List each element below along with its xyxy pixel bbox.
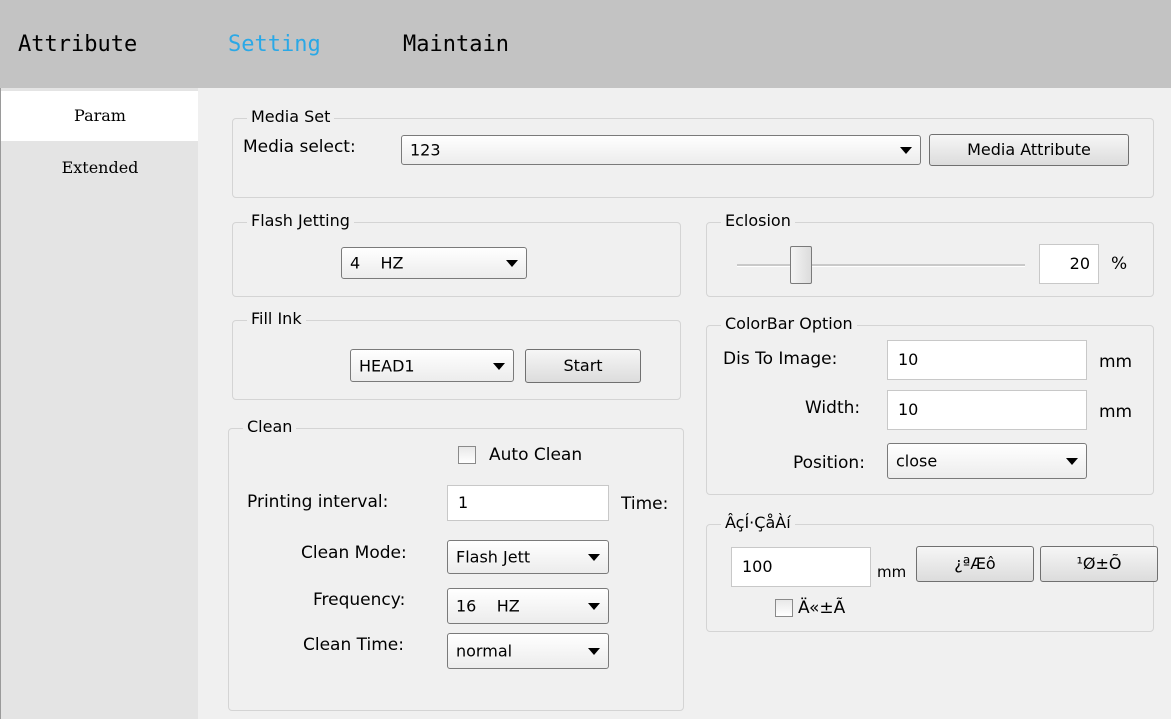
flash-jetting-title: Flash Jetting — [247, 211, 354, 230]
encoded-group-value-input[interactable]: 100 — [731, 547, 871, 587]
encoded-button-2[interactable]: ¹Ø±Õ — [1040, 546, 1158, 582]
clean-time-value: normal — [456, 641, 513, 661]
media-attribute-button[interactable]: Media Attribute — [929, 134, 1129, 166]
position-dropdown[interactable]: close — [887, 443, 1087, 479]
eclosion-group: Eclosion 20 % — [706, 211, 1154, 297]
media-select-label: Media select: — [243, 137, 356, 157]
frequency-label: Frequency: — [313, 590, 406, 610]
printing-interval-unit: Time: — [621, 494, 669, 514]
colorbar-option-title: ColorBar Option — [721, 314, 857, 333]
encoded-group-title: ÂçÍ·ÇåÀí — [721, 513, 795, 532]
auto-clean-checkbox[interactable] — [458, 446, 476, 464]
dis-to-image-input[interactable]: 10 — [887, 340, 1087, 380]
head-select-value: HEAD1 — [359, 356, 415, 375]
encoded-label-group: ÂçÍ·ÇåÀí 100 mm ¿ªÆô ¹Ø±Õ Ä«±Ã — [706, 513, 1158, 632]
width-label: Width: — [805, 398, 861, 418]
top-tab-bar: Attribute Setting Maintain — [0, 0, 1171, 89]
tab-attribute[interactable]: Attribute — [18, 32, 137, 57]
clean-time-label: Clean Time: — [303, 635, 404, 655]
clean-time-dropdown[interactable]: normal — [447, 633, 609, 669]
fill-ink-title: Fill Ink — [247, 309, 306, 328]
clean-mode-dropdown[interactable]: Flash Jett — [447, 540, 609, 574]
tab-maintain[interactable]: Maintain — [403, 32, 509, 57]
fill-ink-start-button[interactable]: Start — [525, 349, 641, 383]
eclosion-slider-track[interactable] — [737, 264, 1025, 267]
auto-clean-label: Auto Clean — [489, 445, 583, 465]
fill-ink-group: Fill Ink HEAD1 Start — [232, 309, 681, 400]
chevron-down-icon — [900, 147, 912, 154]
chevron-down-icon — [588, 554, 600, 561]
flash-jetting-group: Flash Jetting 4 HZ — [232, 211, 681, 297]
media-select-value: 123 — [410, 140, 441, 160]
position-label: Position: — [793, 453, 865, 473]
tab-setting[interactable]: Setting — [228, 32, 321, 57]
eclosion-unit: % — [1111, 254, 1128, 274]
chevron-down-icon — [588, 603, 600, 610]
clean-title: Clean — [243, 417, 297, 436]
media-select-dropdown[interactable]: 123 — [401, 135, 921, 165]
media-set-group: Media Set Media select: 123 Media Attrib… — [232, 107, 1154, 198]
width-unit: mm — [1099, 402, 1133, 422]
chevron-down-icon — [588, 648, 600, 655]
frequency-dropdown[interactable]: 16 HZ — [447, 588, 609, 624]
printing-interval-input[interactable]: 1 — [447, 485, 609, 521]
encoded-group-unit: mm — [877, 563, 907, 581]
clean-mode-label: Clean Mode: — [301, 543, 407, 563]
flash-jetting-dropdown[interactable]: 4 HZ — [341, 247, 527, 279]
encoded-checkbox-label: Ä«±Ã — [798, 598, 846, 618]
eclosion-value-input[interactable]: 20 — [1039, 244, 1099, 284]
clean-group: Clean Auto Clean Printing interval: 1 Ti… — [228, 417, 684, 711]
encoded-button-1[interactable]: ¿ªÆô — [916, 546, 1034, 582]
width-input[interactable]: 10 — [887, 390, 1087, 430]
side-tab-param[interactable]: Param — [1, 91, 199, 141]
eclosion-slider-handle[interactable] — [790, 246, 813, 284]
dis-to-image-unit: mm — [1099, 352, 1133, 372]
position-value: close — [896, 451, 938, 471]
clean-mode-value: Flash Jett — [456, 547, 531, 567]
media-set-title: Media Set — [247, 107, 335, 126]
dis-to-image-label: Dis To Image: — [723, 349, 838, 369]
chevron-down-icon — [506, 260, 518, 267]
printing-interval-label: Printing interval: — [247, 492, 389, 512]
head-select-dropdown[interactable]: HEAD1 — [350, 349, 514, 382]
side-tab-extended[interactable]: Extended — [1, 143, 199, 193]
encoded-checkbox[interactable] — [775, 599, 793, 617]
side-tab-bar: Param Extended — [0, 88, 199, 719]
settings-panel: Media Set Media select: 123 Media Attrib… — [198, 88, 1171, 719]
frequency-value: 16 HZ — [456, 596, 520, 616]
chevron-down-icon — [493, 362, 505, 370]
eclosion-title: Eclosion — [721, 211, 795, 230]
flash-jetting-value: 4 HZ — [350, 253, 404, 273]
chevron-down-icon — [1066, 458, 1078, 465]
colorbar-option-group: ColorBar Option Dis To Image: 10 mm Widt… — [706, 314, 1154, 495]
